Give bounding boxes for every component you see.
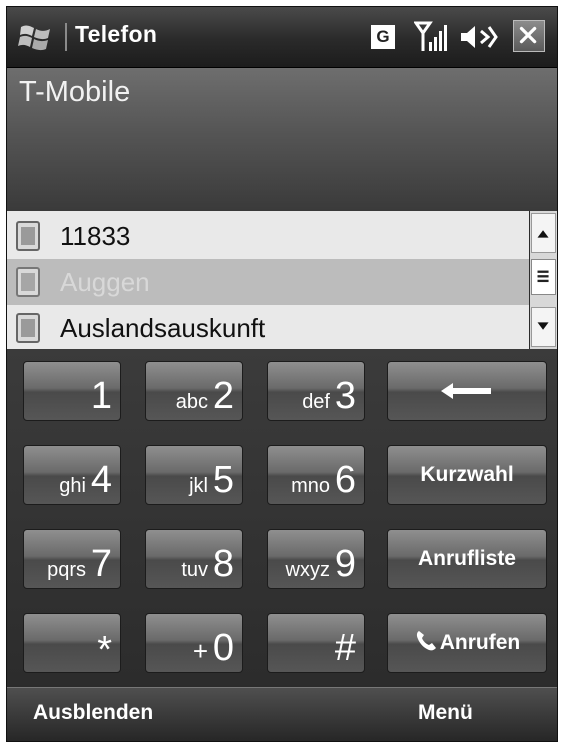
soft-key-bar: Ausblenden Menü: [7, 687, 557, 741]
key-2[interactable]: abc 2: [145, 361, 243, 421]
key-9[interactable]: wxyz 9: [267, 529, 365, 589]
key-digit: 7: [90, 543, 112, 585]
key-1[interactable]: 1: [23, 361, 121, 421]
key-digit: 0: [212, 627, 234, 669]
grip-icon: [537, 270, 549, 283]
list-item[interactable]: Auslandsauskunft: [7, 305, 529, 351]
softkey-left-hide[interactable]: Ausblenden: [33, 701, 153, 725]
network-type-badge[interactable]: G: [371, 25, 395, 49]
key-7[interactable]: pqrs 7: [23, 529, 121, 589]
key-digit: #: [334, 627, 356, 669]
list-item-label: 11833: [60, 221, 131, 251]
scroll-up-button[interactable]: [531, 213, 556, 253]
key-letters: tuv: [181, 559, 208, 581]
call-button[interactable]: Anrufen: [387, 613, 547, 673]
key-5[interactable]: jkl 5: [145, 445, 243, 505]
list-item[interactable]: 11833: [7, 213, 529, 259]
key-0[interactable]: + 0: [145, 613, 243, 673]
key-letters: jkl: [189, 475, 208, 497]
phone-handset-icon: [416, 631, 436, 651]
close-button[interactable]: [513, 20, 545, 52]
scroll-thumb[interactable]: [531, 259, 556, 295]
call-label: Anrufen: [439, 631, 521, 654]
key-digit: *: [97, 629, 112, 671]
key-letters: wxyz: [285, 559, 330, 581]
list-item-selected[interactable]: Auggen: [7, 259, 529, 305]
close-icon: [519, 26, 537, 44]
arrow-up-icon: [537, 230, 549, 238]
volume-icon[interactable]: [459, 22, 499, 52]
list-item-label: Auslandsauskunft: [60, 313, 266, 343]
key-hash[interactable]: #: [267, 613, 365, 673]
key-letters: +: [192, 636, 208, 666]
key-digit: 4: [90, 459, 112, 501]
signal-icon[interactable]: [414, 20, 448, 54]
app-title: Telefon: [75, 21, 158, 47]
backspace-button[interactable]: [387, 361, 547, 421]
list-item-label: Auggen: [60, 267, 150, 297]
call-log-button[interactable]: Anrufliste: [387, 529, 547, 589]
phone-screen: Telefon G T-Mobile 11833 Auggen Auslands…: [6, 6, 558, 742]
key-digit: 9: [334, 543, 356, 585]
contact-card-icon: [16, 313, 40, 343]
carrier-name: T-Mobile: [19, 76, 131, 108]
title-separator: [65, 23, 67, 51]
key-4[interactable]: ghi 4: [23, 445, 121, 505]
key-8[interactable]: tuv 8: [145, 529, 243, 589]
softkey-right-menu[interactable]: Menü: [418, 701, 473, 725]
backspace-arrow-icon: [441, 383, 491, 399]
key-digit: 2: [212, 375, 234, 417]
dial-keypad: 1 abc 2 def 3 ghi 4 jkl 5 mno 6 Kurzwahl: [7, 349, 557, 685]
key-letters: abc: [175, 391, 208, 413]
carrier-area: T-Mobile: [7, 68, 557, 211]
speed-dial-button[interactable]: Kurzwahl: [387, 445, 547, 505]
key-digit: 5: [212, 459, 234, 501]
scroll-down-button[interactable]: [531, 307, 556, 347]
list-scrollbar[interactable]: [530, 211, 557, 349]
key-digit: 1: [90, 375, 112, 417]
key-6[interactable]: mno 6: [267, 445, 365, 505]
key-digit: 3: [334, 375, 356, 417]
key-letters: mno: [291, 475, 330, 497]
key-digit: 8: [212, 543, 234, 585]
contact-suggestion-list: 11833 Auggen Auslandsauskunft: [7, 211, 529, 349]
key-3[interactable]: def 3: [267, 361, 365, 421]
key-letters: ghi: [59, 475, 86, 497]
windows-start-icon[interactable]: [17, 21, 55, 53]
key-digit: 6: [334, 459, 356, 501]
contact-card-icon: [16, 267, 40, 297]
key-letters: pqrs: [47, 559, 86, 581]
arrow-down-icon: [537, 322, 549, 330]
key-letters: def: [302, 391, 330, 413]
key-star[interactable]: *: [23, 613, 121, 673]
title-bar: Telefon G: [7, 7, 557, 68]
contact-card-icon: [16, 221, 40, 251]
